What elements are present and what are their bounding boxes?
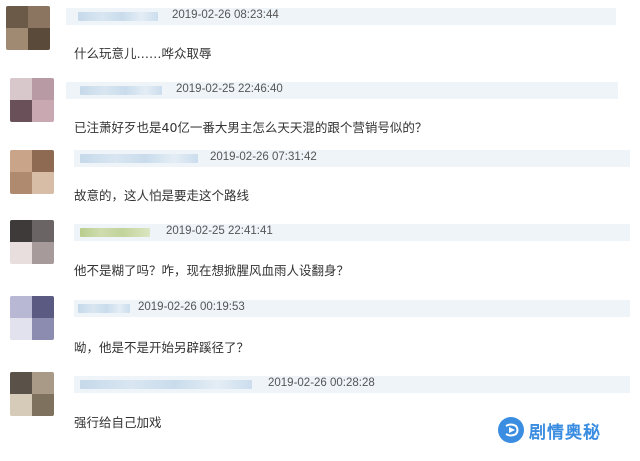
watermark-text: 剧情奥秘 xyxy=(529,422,601,443)
comment-text: 什么玩意儿……哗众取辱 xyxy=(74,46,212,61)
comment-timestamp: 2019-02-26 00:19:53 xyxy=(138,301,245,313)
play-bubble-icon xyxy=(498,417,524,443)
comment-text: 故意的，这人怕是要走这个路线 xyxy=(74,188,250,203)
comment-header: 2019-02-25 22:41:41 xyxy=(74,224,630,241)
comment-header: 2019-02-26 00:28:28 xyxy=(74,376,630,393)
username-blurred[interactable] xyxy=(78,304,130,313)
comment-timestamp: 2019-02-25 22:41:41 xyxy=(166,225,273,237)
user-avatar[interactable] xyxy=(10,220,54,264)
comment-timestamp: 2019-02-26 07:31:42 xyxy=(210,151,317,163)
user-avatar[interactable] xyxy=(10,372,54,416)
comment-text: 强行给自己加戏 xyxy=(74,415,162,430)
comment-header: 2019-02-26 00:19:53 xyxy=(74,300,630,317)
comment-timestamp: 2019-02-26 00:28:28 xyxy=(268,377,375,389)
username-blurred[interactable] xyxy=(80,154,198,163)
comment-list: 2019-02-26 08:23:44 什么玩意儿……哗众取辱 2019-02-… xyxy=(0,0,640,461)
username-blurred[interactable] xyxy=(78,12,158,21)
username-blurred[interactable] xyxy=(80,86,162,95)
comment-text: 他不是糊了吗？咋，现在想掀腥风血雨人设翻身？ xyxy=(74,263,350,278)
watermark: 剧情奥秘 xyxy=(498,413,601,447)
user-avatar[interactable] xyxy=(10,78,54,122)
user-avatar[interactable] xyxy=(10,150,54,194)
username-blurred[interactable] xyxy=(80,380,252,389)
comment-timestamp: 2019-02-25 22:46:40 xyxy=(176,83,283,95)
user-avatar[interactable] xyxy=(6,6,50,50)
username-blurred[interactable] xyxy=(80,228,150,237)
user-avatar[interactable] xyxy=(10,296,54,340)
comment-text: 呦，他是不是开始另辟蹊径了？ xyxy=(74,340,250,355)
comment-header: 2019-02-25 22:46:40 xyxy=(66,82,618,99)
comment-timestamp: 2019-02-26 08:23:44 xyxy=(172,9,279,21)
comment-header: 2019-02-26 08:23:44 xyxy=(66,8,616,25)
comment-header: 2019-02-26 07:31:42 xyxy=(74,150,630,167)
comment-text: 已注萧好歹也是40亿一番大男主怎么天天混的跟个营销号似的？ xyxy=(74,120,428,135)
